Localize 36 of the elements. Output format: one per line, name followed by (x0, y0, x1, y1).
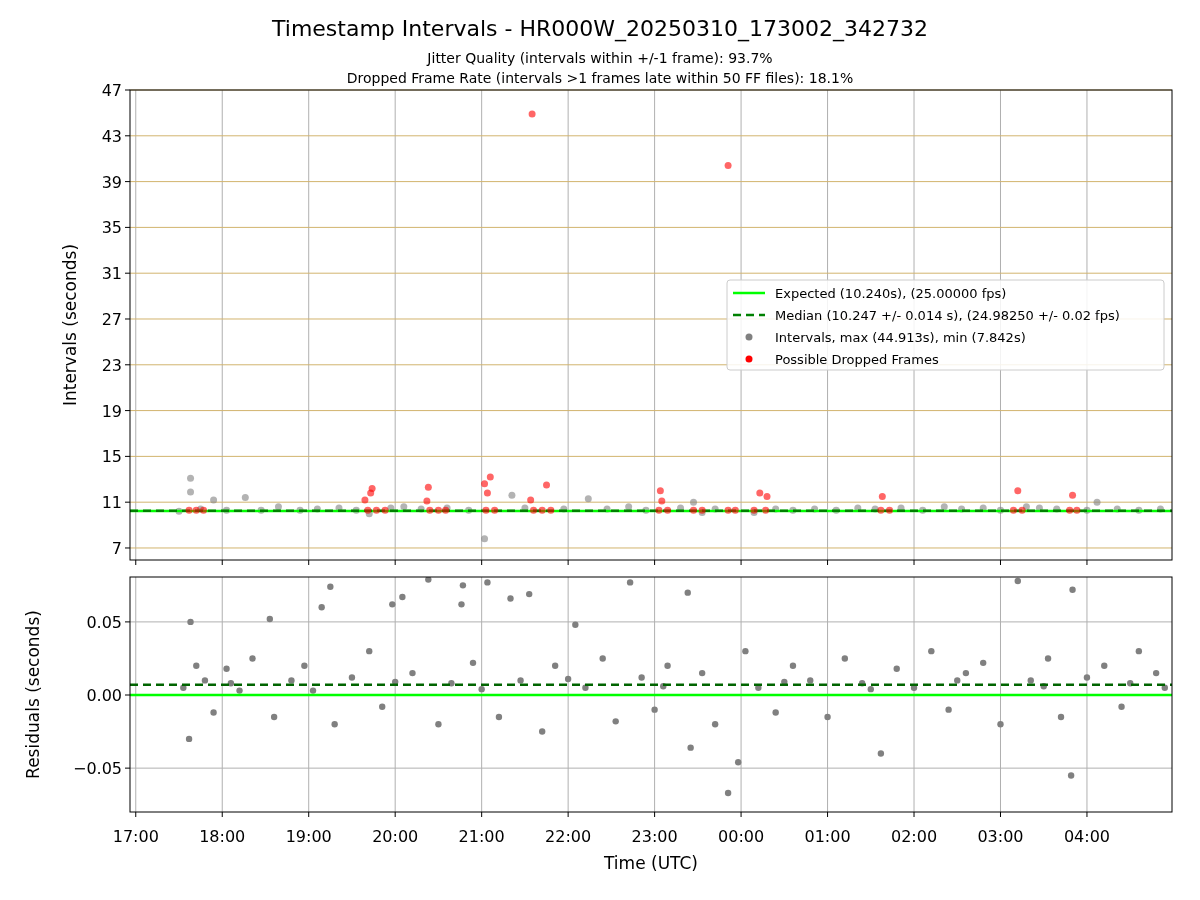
axis-tick-label: 39 (101, 172, 122, 192)
axis-tick-label: 21:00 (458, 827, 505, 846)
legend-label: Possible Dropped Frames (775, 351, 939, 367)
axis-tick-label: 7 (111, 539, 122, 558)
axis-tick-label: 04:00 (1063, 827, 1110, 846)
axis-tick-label: 19:00 (285, 827, 332, 846)
axis-label: Time (UTC) (604, 853, 698, 873)
axis-label: Intervals (seconds) (60, 243, 80, 407)
axis-tick-label: 27 (101, 310, 122, 329)
axis-tick-label: 17:00 (112, 827, 159, 846)
chart-subtitle: Dropped Frame Rate (intervals >1 frames late within 50 FF files): 18.1% (346, 69, 854, 88)
axis-tick-label: 0.05 (86, 612, 122, 632)
chart-subtitle: Jitter Quality (intervals within +/-1 frame): 93.7% (427, 49, 773, 68)
axis-tick-label: −0.05 (72, 759, 122, 779)
legend-label: Intervals, max (44.913s), min (7.842s) (775, 329, 1026, 345)
axis-tick-label: 31 (101, 264, 122, 284)
axis-tick-label: 35 (101, 218, 122, 238)
axis-tick-label: 00:00 (718, 827, 765, 846)
axis-tick-label: 22:00 (545, 827, 592, 846)
legend-label: Expected (10.240s), (25.00000 fps) (775, 285, 1007, 301)
axis-tick-label: 23 (101, 355, 122, 375)
axis-tick-label: 23:00 (631, 827, 678, 846)
axis-tick-label: 20:00 (372, 827, 419, 846)
axis-label: Residuals (seconds) (23, 610, 43, 779)
axis-tick-label: 47 (101, 81, 122, 100)
axis-tick-label: 15 (101, 447, 122, 467)
legend-label: Median (10.247 +/- 0.014 s), (24.98250 +/- 0.02 fps) (775, 307, 1120, 323)
axis-tick-label: 19 (101, 401, 122, 421)
axis-tick-label: 18:00 (199, 827, 246, 846)
axis-tick-label: 01:00 (804, 827, 851, 846)
axis-tick-label: 11 (101, 493, 122, 513)
axis-tick-label: 03:00 (977, 827, 1024, 846)
axis-tick-label: 43 (101, 126, 122, 146)
chart-title: Timestamp Intervals - HR000W_20250310_173002_342732 (272, 16, 928, 42)
axis-tick-label: 0.00 (86, 686, 122, 705)
axis-tick-label: 02:00 (890, 827, 938, 846)
